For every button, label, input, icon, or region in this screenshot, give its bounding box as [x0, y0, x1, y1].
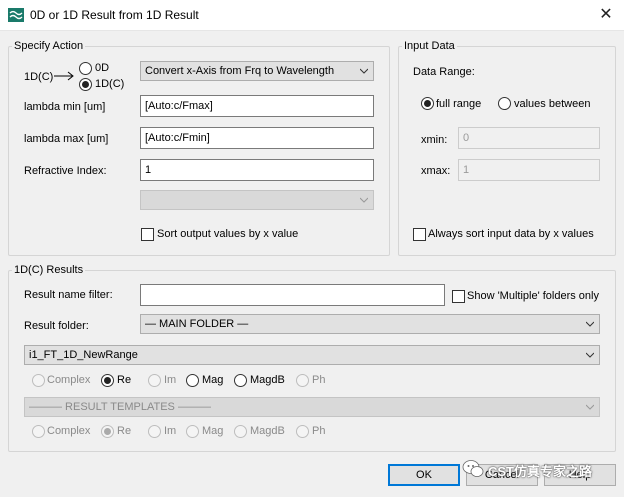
lambda-min-label: lambda min [um]: [24, 101, 106, 113]
radio-re-label: Re: [117, 374, 132, 386]
ok-button[interactable]: OK: [388, 464, 460, 486]
full-range-label: full range: [436, 98, 482, 110]
xmin-input[interactable]: 0: [458, 127, 600, 149]
radio-re[interactable]: [101, 374, 114, 387]
radio-ph-label: Ph: [312, 374, 326, 386]
results-legend: 1D(C) Results: [12, 264, 86, 276]
radio-values-between[interactable]: [498, 97, 511, 110]
wechat-icon: [462, 460, 484, 477]
radio-im[interactable]: [148, 374, 161, 387]
radio-ph[interactable]: [296, 374, 309, 387]
show-multiple-label: Show 'Multiple' folders only: [467, 290, 599, 302]
template-radio-mag[interactable]: [186, 425, 199, 438]
arrow-right-icon: [54, 71, 74, 81]
chevron-down-icon: [360, 197, 368, 203]
result-folder-label: Result folder:: [24, 320, 89, 332]
radio-0d-label: 0D: [95, 62, 110, 74]
action-combo[interactable]: Convert x-Axis from Frq to Wavelength: [140, 61, 374, 81]
name-filter-label: Result name filter:: [24, 289, 113, 301]
app-icon: [8, 8, 24, 22]
template-radio-mag-label: Mag: [202, 425, 224, 437]
template-radio-ph-label: Ph: [312, 425, 326, 437]
sort-output-checkbox[interactable]: [141, 228, 154, 241]
radio-1dc[interactable]: [79, 78, 92, 91]
xmax-value: 1: [463, 164, 470, 176]
name-filter-input[interactable]: [140, 284, 445, 306]
close-icon[interactable]: ✕: [596, 6, 616, 24]
chevron-down-icon: [360, 68, 368, 74]
template-radio-re-label: Re: [117, 425, 132, 437]
watermark-text: CST仿真专家之路: [488, 464, 593, 479]
lambda-max-value: [Auto:c/Fmin]: [145, 132, 210, 144]
always-sort-checkbox[interactable]: [413, 228, 426, 241]
radio-magdb-label: MagdB: [250, 374, 285, 386]
lambda-max-label: lambda max [um]: [24, 133, 109, 145]
chevron-down-icon: [586, 352, 594, 358]
xmax-input[interactable]: 1: [458, 159, 600, 181]
template-radio-re[interactable]: [101, 425, 114, 438]
xmax-label: xmax:: [421, 165, 451, 177]
result-combo-value: i1_FT_1D_NewRange: [29, 349, 138, 361]
xmin-label: xmin:: [421, 134, 448, 146]
lambda-max-input[interactable]: [Auto:c/Fmin]: [140, 127, 374, 149]
always-sort-label: Always sort input data by x values: [428, 228, 594, 240]
radio-full-range[interactable]: [421, 97, 434, 110]
sort-output-label: Sort output values by x value: [157, 228, 299, 240]
result-folder-value: — MAIN FOLDER —: [145, 318, 249, 330]
template-radio-magdb-label: MagdB: [250, 425, 285, 437]
template-radio-complex-label: Complex: [47, 425, 91, 437]
action-combo-value: Convert x-Axis from Frq to Wavelength: [145, 65, 335, 77]
specify-action-legend: Specify Action: [12, 40, 86, 52]
result-folder-combo[interactable]: — MAIN FOLDER —: [140, 314, 600, 334]
show-multiple-checkbox[interactable]: [452, 290, 465, 303]
data-range-label: Data Range:: [413, 66, 475, 78]
mode-label: 1D(C): [24, 71, 54, 83]
template-radio-ph[interactable]: [296, 425, 309, 438]
template-radio-magdb[interactable]: [234, 425, 247, 438]
radio-complex-label: Complex: [47, 374, 91, 386]
refractive-label: Refractive Index:: [24, 165, 107, 177]
template-radio-complex[interactable]: [32, 425, 45, 438]
result-combo[interactable]: i1_FT_1D_NewRange: [24, 345, 600, 365]
chevron-down-icon: [586, 321, 594, 327]
lambda-min-input[interactable]: [Auto:c/Fmax]: [140, 95, 374, 117]
secondary-combo[interactable]: [140, 190, 374, 210]
refractive-input[interactable]: 1: [140, 159, 374, 181]
radio-1dc-label: 1D(C): [95, 78, 125, 90]
xmin-value: 0: [463, 132, 470, 144]
template-radio-im[interactable]: [148, 425, 161, 438]
radio-magdb[interactable]: [234, 374, 247, 387]
title-bar: 0D or 1D Result from 1D Result ✕: [0, 0, 624, 31]
chevron-down-icon: [586, 404, 594, 410]
refractive-value: 1: [145, 164, 152, 176]
template-radio-im-label: Im: [164, 425, 177, 437]
templates-value: ——— RESULT TEMPLATES ———: [29, 401, 211, 413]
values-between-label: values between: [514, 98, 591, 110]
window-title: 0D or 1D Result from 1D Result: [30, 8, 199, 22]
radio-mag-label: Mag: [202, 374, 224, 386]
input-data-legend: Input Data: [402, 40, 457, 52]
radio-im-label: Im: [164, 374, 177, 386]
radio-complex[interactable]: [32, 374, 45, 387]
lambda-min-value: [Auto:c/Fmax]: [145, 100, 213, 112]
radio-0d[interactable]: [79, 62, 92, 75]
radio-mag[interactable]: [186, 374, 199, 387]
watermark: CST仿真专家之路: [462, 455, 622, 485]
templates-combo[interactable]: ——— RESULT TEMPLATES ———: [24, 397, 600, 417]
